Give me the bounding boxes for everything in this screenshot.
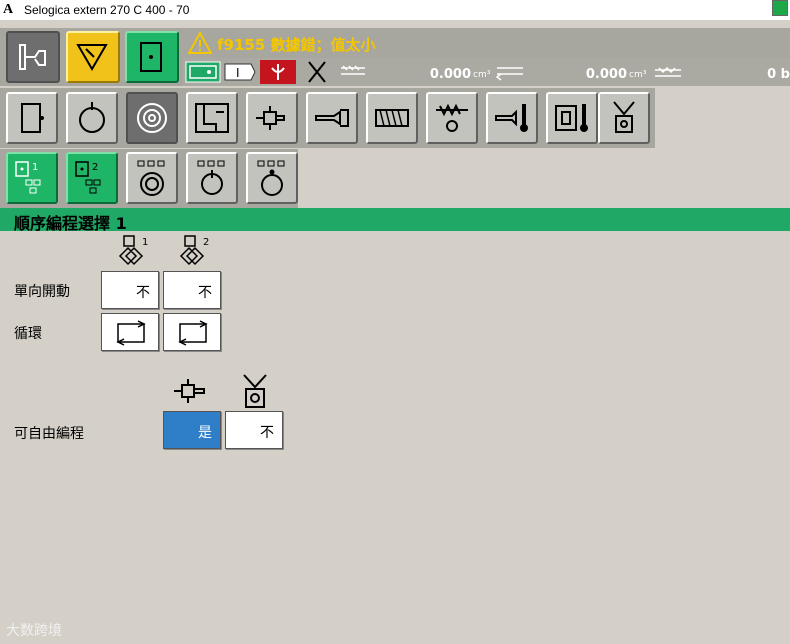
injection-button[interactable] xyxy=(366,92,418,144)
nozzle-temperature-icon xyxy=(495,104,528,132)
window-corner-button[interactable] xyxy=(772,0,788,16)
cycle-arrows-icon xyxy=(178,320,208,346)
sequence-1-column-icon: 1 xyxy=(118,235,148,266)
sequence-start-icon xyxy=(257,160,285,196)
mold-icon xyxy=(140,42,162,72)
svg-text:2: 2 xyxy=(92,162,98,173)
reading-3-value: 0 b xyxy=(767,67,790,82)
injection-volume-icon xyxy=(341,65,365,75)
svg-text:1: 1 xyxy=(32,162,38,173)
manual-mode-button[interactable] xyxy=(6,31,60,83)
screw-icon xyxy=(375,109,409,127)
tab-sequence-start[interactable] xyxy=(246,152,298,204)
gripper-column-icon xyxy=(243,374,267,408)
app-logo: A xyxy=(3,2,14,17)
mold-temperature-button[interactable] xyxy=(546,92,598,144)
ejector-column-icon xyxy=(174,379,205,403)
sequence-button[interactable] xyxy=(126,92,178,144)
reading-2-value: 0.000 xyxy=(585,67,627,82)
watermark: 大数跨境 xyxy=(6,623,62,639)
free-programming-ejector-field[interactable]: 是 xyxy=(163,411,221,449)
status-bar: f9155 數據錯；值太小 xyxy=(183,28,790,58)
nozzle-button[interactable] xyxy=(306,92,358,144)
heater-alarm-icon xyxy=(260,60,296,84)
sequence-1-icon: 1 xyxy=(15,161,41,194)
tab-sequence-cycle[interactable] xyxy=(186,152,238,204)
auto-mode-button[interactable] xyxy=(125,31,179,83)
mold-temperature-icon xyxy=(555,104,588,132)
cycle-label: 循環 xyxy=(14,326,42,342)
info-bar: I 0.000 cm³ 0.000 cm³ 0 b xyxy=(183,58,790,86)
mold-movement-icon xyxy=(195,103,229,133)
warning-triangle-icon xyxy=(76,44,108,71)
cycle-seq2-field[interactable] xyxy=(163,313,221,351)
reading-2-unit: cm³ xyxy=(629,70,647,80)
reading-1-unit: cm³ xyxy=(473,70,491,80)
sequence-2-column-icon: 2 xyxy=(179,235,209,266)
nozzle-icon xyxy=(315,109,349,127)
free-programming-label: 可自由編程 xyxy=(14,426,84,442)
gripper-disabled-icon xyxy=(308,61,326,83)
svg-text:I: I xyxy=(236,66,240,80)
mold-icon xyxy=(21,103,44,133)
window-titlebar: A Selogica extern 270 C 400 - 70 xyxy=(0,0,790,20)
tab-sequence-spiral[interactable] xyxy=(126,152,178,204)
cycle-button[interactable] xyxy=(66,92,118,144)
mold-settings-button[interactable] xyxy=(6,92,58,144)
card-reader-icon xyxy=(185,61,221,83)
section-header: 順序編程選擇 1 xyxy=(0,208,790,233)
sequence-1-number: 1 xyxy=(142,237,148,248)
sequence-2-number: 2 xyxy=(203,237,209,248)
tab-sequence-1[interactable]: 1 xyxy=(6,152,58,204)
section-title: 順序編程選擇 1 xyxy=(14,214,127,233)
cycle-arrows-icon xyxy=(116,320,146,346)
sequence-cycle-icon xyxy=(197,160,225,195)
cycle-icon xyxy=(79,102,105,133)
single-start-seq1-field[interactable]: 不 xyxy=(101,271,159,309)
reading-1-value: 0.000 xyxy=(429,67,471,82)
window-title: Selogica extern 270 C 400 - 70 xyxy=(24,3,190,17)
dosing-button[interactable] xyxy=(426,92,478,144)
warning-icon xyxy=(187,31,213,54)
tab-sequence-2[interactable]: 2 xyxy=(66,152,118,204)
sequence-spiral-icon xyxy=(137,160,165,196)
alarm-mode-button[interactable] xyxy=(66,31,120,83)
cycle-seq1-field[interactable] xyxy=(101,313,159,351)
screw-speed-icon xyxy=(655,66,681,77)
single-start-seq2-field[interactable]: 不 xyxy=(163,271,221,309)
gripper-icon xyxy=(613,101,635,133)
sequence-2-icon: 2 xyxy=(75,161,101,194)
free-programming-gripper-field[interactable]: 不 xyxy=(225,411,283,449)
ejector-button[interactable] xyxy=(246,92,298,144)
dosing-icon xyxy=(436,103,468,132)
ejector-icon xyxy=(256,106,285,130)
single-start-label: 單向開動 xyxy=(14,284,70,300)
barrel-temperature-button[interactable] xyxy=(486,92,538,144)
mold-move-button[interactable] xyxy=(186,92,238,144)
status-message: f9155 數據錯；值太小 xyxy=(217,36,376,54)
hand-mode-icon xyxy=(19,44,46,70)
decompression-icon xyxy=(495,67,523,81)
gripper-button[interactable] xyxy=(598,92,650,144)
integration-icon: I xyxy=(224,63,256,81)
spiral-icon xyxy=(137,103,167,133)
